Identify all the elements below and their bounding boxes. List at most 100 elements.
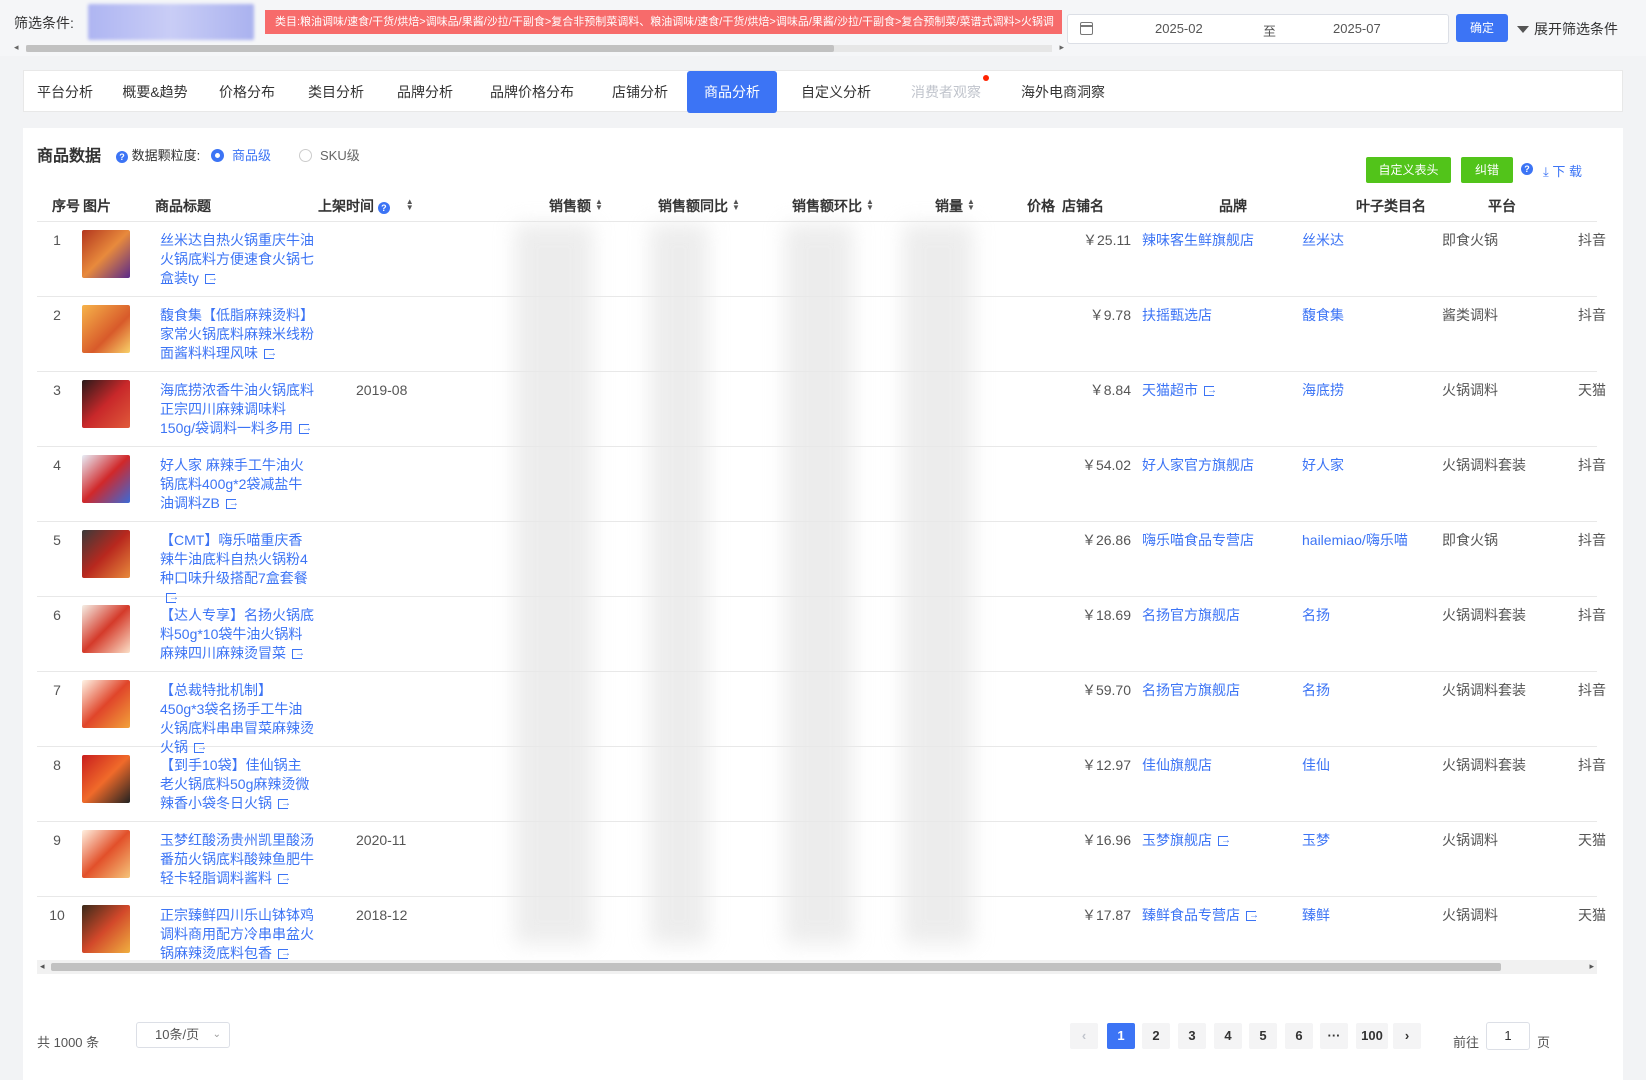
brand-link[interactable]: 名扬 (1302, 606, 1330, 625)
store-link[interactable]: 名扬官方旗舰店 (1142, 606, 1240, 625)
tab-price-distribution[interactable]: 价格分布 (204, 71, 290, 113)
sort-icon[interactable]: ▲ ▼ (967, 198, 975, 212)
scroll-left-icon[interactable]: ◂ (40, 961, 45, 972)
date-range-picker[interactable]: 2025-02 至 2025-07 (1067, 14, 1449, 44)
store-link[interactable]: 扶摇甄选店 (1142, 306, 1212, 325)
tab-overseas[interactable]: 海外电商洞察 (1002, 71, 1124, 113)
prev-page-button[interactable]: ‹ (1070, 1023, 1098, 1049)
product-thumbnail[interactable] (82, 530, 130, 578)
table-scrollbar[interactable]: ◂ ▸ (37, 960, 1597, 974)
store-link[interactable]: 嗨乐喵食品专营店 (1142, 531, 1254, 550)
scroll-right-icon[interactable]: ▸ (1589, 961, 1594, 972)
brand-link[interactable]: 佳仙 (1302, 756, 1330, 775)
store-link[interactable]: 玉梦旗舰店 (1142, 831, 1231, 850)
help-icon[interactable]: ? (116, 151, 128, 163)
col-sales-mom[interactable]: 销售额环比 ▲ ▼ (792, 190, 874, 222)
product-title-link[interactable]: 【总裁特批机制】450g*3袋名扬手工牛油火锅底料串串冒菜麻辣烫火锅 (160, 681, 315, 757)
radio-sku-level[interactable]: SKU级 (299, 145, 360, 164)
page-size-select[interactable]: 10条/页 ⌄ (136, 1022, 230, 1048)
product-thumbnail[interactable] (82, 455, 130, 503)
col-sales[interactable]: 销售额 ▲ ▼ (549, 190, 603, 222)
page-1[interactable]: 1 (1107, 1023, 1135, 1049)
product-title-link[interactable]: 馥食集【低脂麻辣烫料】家常火锅底料麻辣米线粉面酱料料理风味 (160, 306, 315, 363)
brand-link[interactable]: 海底捞 (1302, 381, 1344, 400)
tab-consumer[interactable]: 消费者观察 (891, 71, 1001, 113)
product-title-link[interactable]: 【CMT】嗨乐喵重庆香辣牛油底料自热火锅粉4种口味升级搭配7盒套餐 (160, 531, 315, 607)
category-filter-tag[interactable]: 类目:粮油调味/速食/干货/烘焙>调味品/果酱/沙拉/干副食>复合非预制菜调料、… (265, 10, 1062, 34)
tab-brand-price[interactable]: 品牌价格分布 (468, 71, 596, 113)
scroll-thumb[interactable] (51, 963, 1501, 971)
tab-overview[interactable]: 概要&趋势 (108, 71, 202, 113)
product-thumbnail[interactable] (82, 230, 130, 278)
scroll-left-icon[interactable]: ◂ (14, 42, 19, 53)
store-link[interactable]: 臻鲜食品专营店 (1142, 906, 1259, 925)
custom-header-button[interactable]: 自定义表头 (1366, 157, 1451, 183)
date-help-icon[interactable]: ? (377, 202, 390, 214)
download-button[interactable]: ⤓ 下 载 (1543, 161, 1582, 180)
brand-link[interactable]: 馥食集 (1302, 306, 1344, 325)
date-end[interactable]: 2025-07 (1333, 21, 1381, 36)
external-link-icon[interactable] (225, 494, 239, 513)
page-3[interactable]: 3 (1178, 1023, 1206, 1049)
next-page-button[interactable]: › (1393, 1023, 1421, 1049)
tab-custom[interactable]: 自定义分析 (781, 71, 891, 113)
store-link[interactable]: 佳仙旗舰店 (1142, 756, 1212, 775)
tab-store[interactable]: 店铺分析 (596, 71, 684, 113)
product-title-link[interactable]: 【到手10袋】佳仙锅主老火锅底料50g麻辣烫微辣香小袋冬日火锅 (160, 756, 315, 813)
confirm-button[interactable]: 确定 (1456, 14, 1508, 42)
tab-category[interactable]: 类目分析 (290, 71, 382, 113)
sort-icon[interactable]: ▲ ▼ (866, 198, 874, 212)
sort-icon[interactable]: ▲ ▼ (406, 198, 414, 212)
external-link-icon[interactable] (292, 644, 305, 663)
external-link-icon[interactable] (278, 869, 291, 888)
product-thumbnail[interactable] (82, 680, 130, 728)
col-volume[interactable]: 销量 ▲ ▼ (935, 190, 975, 222)
brand-link[interactable]: 名扬 (1302, 681, 1330, 700)
brand-link[interactable]: 好人家 (1302, 456, 1344, 475)
product-title-link[interactable]: 丝米达自热火锅重庆牛油火锅底料方便速食火锅七盒装ty (160, 231, 315, 288)
col-date[interactable]: 上架时间 ? ▲ ▼ (318, 190, 414, 222)
product-thumbnail[interactable] (82, 755, 130, 803)
store-link[interactable]: 辣味客生鲜旗舰店 (1142, 231, 1254, 250)
filter-scrollbar[interactable]: ◂ ▸ (14, 42, 1064, 54)
page-100[interactable]: 100 (1356, 1023, 1388, 1049)
brand-link[interactable]: hailemiao/嗨乐喵 (1302, 531, 1408, 550)
external-link-icon[interactable] (204, 269, 218, 288)
radio-product-level[interactable]: 商品级 (211, 145, 271, 164)
external-link-icon[interactable] (1246, 906, 1259, 925)
product-thumbnail[interactable] (82, 305, 130, 353)
expand-filter-button[interactable]: 展开筛选条件 (1517, 19, 1618, 39)
page-5[interactable]: 5 (1249, 1023, 1277, 1049)
product-title-link[interactable]: 【达人专享】名扬火锅底料50g*10袋牛油火锅料麻辣四川麻辣烫冒菜 (160, 606, 315, 663)
scroll-right-icon[interactable]: ▸ (1059, 42, 1064, 53)
external-link-icon[interactable] (1204, 381, 1217, 400)
product-thumbnail[interactable] (82, 830, 130, 878)
brand-link[interactable]: 丝米达 (1302, 231, 1344, 250)
sort-icon[interactable]: ▲ ▼ (732, 198, 740, 212)
external-link-icon[interactable] (264, 344, 277, 363)
external-link-icon[interactable] (278, 944, 291, 963)
page-2[interactable]: 2 (1142, 1023, 1170, 1049)
product-title-link[interactable]: 海底捞浓香牛油火锅底料正宗四川麻辣调味料150g/袋调料一料多用 (160, 381, 315, 438)
sort-icon[interactable]: ▲ ▼ (595, 198, 603, 212)
scroll-thumb[interactable] (26, 45, 834, 52)
external-link-icon[interactable] (278, 794, 291, 813)
col-sales-yoy[interactable]: 销售额同比 ▲ ▼ (658, 190, 740, 222)
product-thumbnail[interactable] (82, 605, 130, 653)
page-6[interactable]: 6 (1285, 1023, 1313, 1049)
date-start[interactable]: 2025-02 (1155, 21, 1203, 36)
download-help-icon[interactable]: ? (1521, 163, 1533, 175)
store-link[interactable]: 名扬官方旗舰店 (1142, 681, 1240, 700)
tab-platform[interactable]: 平台分析 (24, 71, 106, 113)
external-link-icon[interactable] (1218, 831, 1231, 850)
external-link-icon[interactable] (299, 419, 312, 438)
brand-link[interactable]: 玉梦 (1302, 831, 1330, 850)
store-link[interactable]: 天猫超市 (1142, 381, 1217, 400)
tab-brand[interactable]: 品牌分析 (382, 71, 468, 113)
correction-button[interactable]: 纠错 (1461, 157, 1513, 183)
product-title-link[interactable]: 正宗臻鲜四川乐山钵钵鸡调料商用配方冷串串盆火锅麻辣烫底料包香 (160, 906, 315, 963)
tab-product[interactable]: 商品分析 (687, 71, 777, 113)
product-title-link[interactable]: 好人家 麻辣手工牛油火锅底料400g*2袋减盐牛油调料ZB (160, 456, 315, 513)
product-thumbnail[interactable] (82, 380, 130, 428)
page-4[interactable]: 4 (1214, 1023, 1242, 1049)
